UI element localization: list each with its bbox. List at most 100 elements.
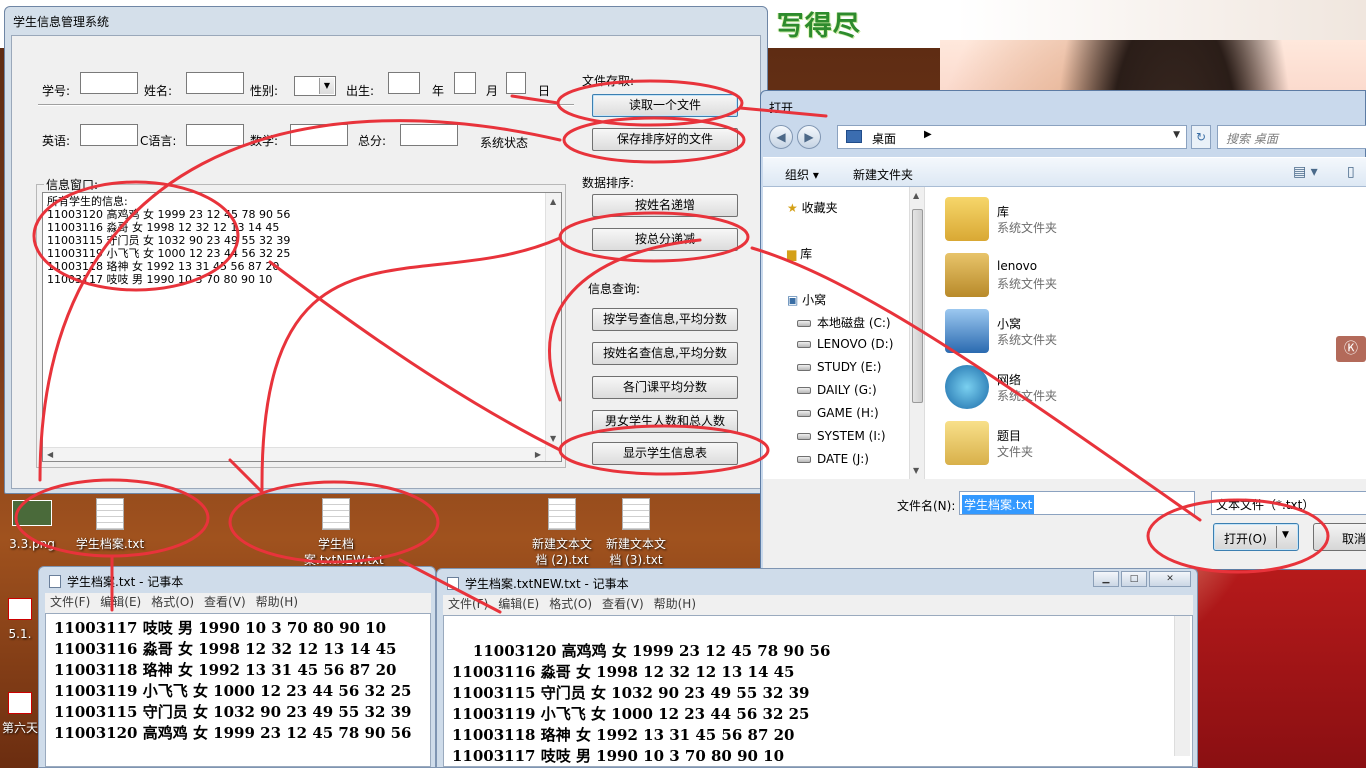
scroll-up-icon[interactable]: ▲: [550, 197, 556, 206]
computer-icon: [945, 309, 989, 353]
notepad-textarea[interactable]: 11003120 高鸡鸡 女 1999 23 12 45 78 90 56 11…: [443, 615, 1193, 767]
desktop-icon-day6[interactable]: 第六天: [0, 692, 40, 736]
cancel-button[interactable]: 取消: [1313, 523, 1366, 551]
birth-month-input[interactable]: [454, 72, 476, 94]
english-input[interactable]: [80, 124, 138, 146]
menu-format[interactable]: 格式(O): [151, 595, 194, 609]
nav-drive-d[interactable]: LENOVO (D:): [797, 337, 893, 351]
chevron-right-icon[interactable]: ▶: [924, 129, 932, 140]
nav-drive-h[interactable]: GAME (H:): [797, 406, 879, 420]
filetype-select[interactable]: 文本文件（*.txt）: [1211, 491, 1366, 515]
query-by-id-button[interactable]: 按学号查信息,平均分数: [592, 308, 738, 331]
english-label: 英语:: [42, 134, 71, 148]
math-input[interactable]: [290, 124, 348, 146]
file-item-libraries[interactable]: 库 系统文件夹: [945, 197, 1105, 249]
birth-year-input[interactable]: [388, 72, 420, 94]
open-button[interactable]: 打开(O) ▼: [1213, 523, 1299, 551]
nav-drive-e[interactable]: STUDY (E:): [797, 360, 881, 374]
file-item-network[interactable]: 网络 系统文件夹: [945, 365, 1105, 417]
nav-drive-g[interactable]: DAILY (G:): [797, 383, 877, 397]
menu-help[interactable]: 帮助(H): [654, 597, 696, 611]
preview-pane-icon[interactable]: ▯: [1347, 164, 1355, 180]
course-average-button[interactable]: 各门课平均分数: [592, 376, 738, 399]
desktop-icon: [846, 130, 862, 143]
chevron-down-icon[interactable]: ▼: [1173, 130, 1180, 140]
desktop-icon-new-doc-2[interactable]: 新建文本文档 (2).txt: [522, 498, 602, 568]
close-icon[interactable]: ✕: [1149, 571, 1191, 587]
scroll-up-icon[interactable]: ▲: [913, 191, 919, 200]
desktop-icon-image[interactable]: 3.3.png: [2, 500, 62, 552]
birth-day-input[interactable]: [506, 72, 526, 94]
forward-arrow-icon[interactable]: ▶: [797, 125, 821, 149]
read-file-button[interactable]: 读取一个文件: [592, 94, 738, 117]
gender-select[interactable]: ▼: [294, 76, 336, 96]
back-arrow-icon[interactable]: ◀: [769, 125, 793, 149]
scroll-thumb[interactable]: [912, 209, 923, 403]
year-label: 年: [432, 84, 445, 98]
file-io-label: 文件存取:: [582, 74, 635, 88]
menu-edit[interactable]: 编辑(E): [100, 595, 141, 609]
sort-by-total-button[interactable]: 按总分递减: [592, 228, 738, 251]
vertical-scrollbar[interactable]: ▲ ▼: [545, 193, 561, 461]
new-folder-button[interactable]: 新建文件夹: [853, 166, 913, 183]
file-item-computer[interactable]: 小窝 系统文件夹: [945, 309, 1105, 361]
chevron-down-icon[interactable]: ▼: [1282, 530, 1289, 540]
info-textarea[interactable]: 所有学生的信息: 11003120 高鸡鸡 女 1999 23 12 45 78…: [42, 192, 562, 462]
drive-icon: [797, 364, 811, 371]
total-input[interactable]: [400, 124, 458, 146]
nav-drive-i[interactable]: SYSTEM (I:): [797, 429, 886, 443]
nav-libraries[interactable]: ▆ 库: [787, 245, 812, 262]
menu-view[interactable]: 查看(V): [204, 595, 246, 609]
horizontal-scrollbar[interactable]: ◀ ▶: [43, 447, 545, 461]
notepad-textarea[interactable]: 11003117 吱吱 男 1990 10 3 70 80 90 10 1100…: [45, 613, 431, 767]
sort-by-name-button[interactable]: 按姓名递增: [592, 194, 738, 217]
scroll-down-icon[interactable]: ▼: [550, 434, 556, 443]
nav-drive-c[interactable]: 本地磁盘 (C:): [797, 314, 891, 331]
address-bar[interactable]: 桌面 ▶ ▼: [837, 125, 1187, 149]
file-item-lenovo[interactable]: lenovo 系统文件夹: [945, 253, 1105, 305]
nav-computer[interactable]: ▣ 小窝: [787, 291, 826, 308]
refresh-icon[interactable]: ↻: [1191, 125, 1211, 149]
file-item-topics[interactable]: 题目 文件夹: [945, 421, 1105, 473]
scroll-right-icon[interactable]: ▶: [535, 450, 541, 459]
menu-help[interactable]: 帮助(H): [256, 595, 298, 609]
scroll-left-icon[interactable]: ◀: [47, 450, 53, 459]
text-file-icon: [96, 498, 124, 530]
scroll-down-icon[interactable]: ▼: [913, 466, 919, 475]
menu-format[interactable]: 格式(O): [549, 597, 592, 611]
organize-menu[interactable]: 组织 ▾: [785, 166, 819, 183]
gender-count-button[interactable]: 男女学生人数和总人数: [592, 410, 738, 433]
search-input[interactable]: 搜索 桌面: [1217, 125, 1366, 149]
birth-label: 出生:: [346, 84, 375, 98]
menu-view[interactable]: 查看(V): [602, 597, 644, 611]
name-input[interactable]: [186, 72, 244, 94]
maximize-icon[interactable]: □: [1121, 571, 1147, 587]
minimize-icon[interactable]: ▁: [1093, 571, 1119, 587]
notepad-title: 学生档案.txt - 记事本: [49, 573, 183, 590]
name-label: 姓名:: [144, 84, 173, 98]
view-options-icon[interactable]: ▤ ▾: [1293, 164, 1318, 180]
total-label: 总分:: [358, 134, 387, 148]
address-text: 桌面: [872, 132, 897, 146]
vertical-scrollbar[interactable]: [1174, 616, 1190, 756]
menu-file[interactable]: 文件(F): [448, 597, 488, 611]
desktop-icon-5-1[interactable]: 5.1.: [0, 598, 40, 642]
floating-k-icon[interactable]: Ⓚ: [1336, 336, 1366, 362]
c-lang-input[interactable]: [186, 124, 244, 146]
desktop-icon-students-file[interactable]: 学生档案.txt: [70, 498, 150, 552]
folder-icon: [945, 421, 989, 465]
nav-favorites[interactable]: ★ 收藏夹: [787, 199, 838, 216]
show-table-button[interactable]: 显示学生信息表: [592, 442, 738, 465]
nav-scrollbar[interactable]: ▲ ▼: [909, 187, 925, 479]
desktop-icon-students-new[interactable]: 学生档案.txtNEW.txt: [296, 498, 384, 568]
nav-drive-j[interactable]: DATE (J:): [797, 452, 869, 466]
id-input[interactable]: [80, 72, 138, 94]
menu-file[interactable]: 文件(F): [50, 595, 90, 609]
query-by-name-button[interactable]: 按姓名查信息,平均分数: [592, 342, 738, 365]
menu-edit[interactable]: 编辑(E): [498, 597, 539, 611]
chevron-down-icon[interactable]: ▼: [319, 78, 334, 94]
math-label: 数学:: [250, 134, 279, 148]
filename-input[interactable]: 学生档案.txt: [959, 491, 1195, 515]
desktop-icon-new-doc-3[interactable]: 新建文本文档 (3).txt: [596, 498, 676, 568]
save-sorted-button[interactable]: 保存排序好的文件: [592, 128, 738, 151]
